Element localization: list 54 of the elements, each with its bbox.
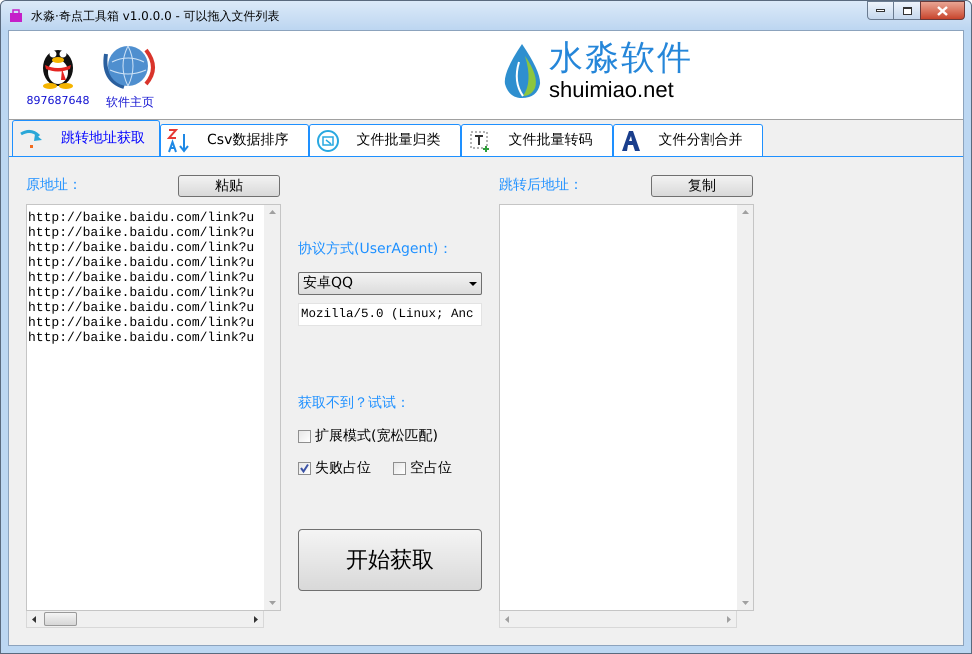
tab[interactable]: 文件批量转码 [461,124,614,156]
scroll-down-icon[interactable] [268,601,276,605]
url-line: http://baike.baidu.com/link?u [28,210,256,225]
close-icon [937,6,948,16]
folder-circle-icon [316,128,340,152]
minimize-button[interactable] [867,1,894,20]
scroll-right-icon[interactable] [254,616,258,622]
fallback-label: 获取不到？试试： [298,394,411,413]
checkbox[interactable] [298,462,311,475]
start-button[interactable]: 开始获取 [298,529,482,591]
url-line: http://baike.baidu.com/link?u [28,300,256,315]
tab[interactable]: Csv数据排序 [160,124,310,156]
scroll-thumb[interactable] [44,612,77,626]
tab[interactable]: 文件批量归类 [309,124,462,156]
checkbox-option[interactable]: 失败占位 [298,458,371,479]
header-link[interactable]: 897687648 [26,93,90,110]
checkbox-option[interactable]: 空占位 [393,458,452,479]
copy-button[interactable]: 复制 [651,175,753,197]
checkbox[interactable] [298,430,311,443]
toolbox-icon [9,8,23,22]
window-title: 水淼·奇点工具箱 v1.0.0.0 - 可以拖入文件列表 [31,8,280,24]
agent-dropdown[interactable]: 安卓QQ [298,272,482,295]
url-line: http://baike.baidu.com/link?u [28,255,256,270]
logo-title: 水淼软件 [549,41,693,75]
dropdown-caret-icon [469,282,477,286]
source-label: 原地址： [26,176,82,195]
checkbox[interactable] [393,462,406,475]
tab[interactable]: 跳转地址获取 [12,120,160,156]
maximize-button[interactable] [894,1,920,20]
vertical-scrollbar[interactable] [737,205,753,610]
close-button[interactable] [920,1,965,20]
paste-button[interactable]: 粘贴 [178,175,280,197]
url-line: http://baike.baidu.com/link?u [28,285,256,300]
header-link[interactable]: 软件主页 [106,93,154,111]
url-line: http://baike.baidu.com/link?u [28,330,256,345]
url-line: http://baike.baidu.com/link?u [28,240,256,255]
agent-string-field[interactable]: Mozilla/5.0 (Linux; Anc [298,303,482,326]
agent-label: 协议方式(UserAgent)： [298,240,454,259]
scroll-up-icon[interactable] [742,210,748,214]
url-line: http://baike.baidu.com/link?u [28,270,256,285]
url-line: http://baike.baidu.com/link?u [28,225,256,240]
scroll-up-icon[interactable] [268,210,276,214]
horizontal-scrollbar[interactable] [26,611,264,628]
checkbox-option[interactable]: 扩展模式(宽松匹配) [298,426,482,447]
source-textarea[interactable] [26,204,281,611]
scroll-left-icon[interactable] [32,616,36,622]
sort-icon [167,128,191,154]
logo-domain: shuimiao.net [549,79,675,101]
vertical-scrollbar[interactable] [264,205,280,610]
scroll-down-icon[interactable] [742,601,748,605]
result-label: 跳转后地址： [499,176,583,195]
url-line: http://baike.baidu.com/link?u [28,315,256,330]
tab[interactable]: 文件分割合并 [613,124,764,156]
letter-shape-icon [620,130,642,152]
